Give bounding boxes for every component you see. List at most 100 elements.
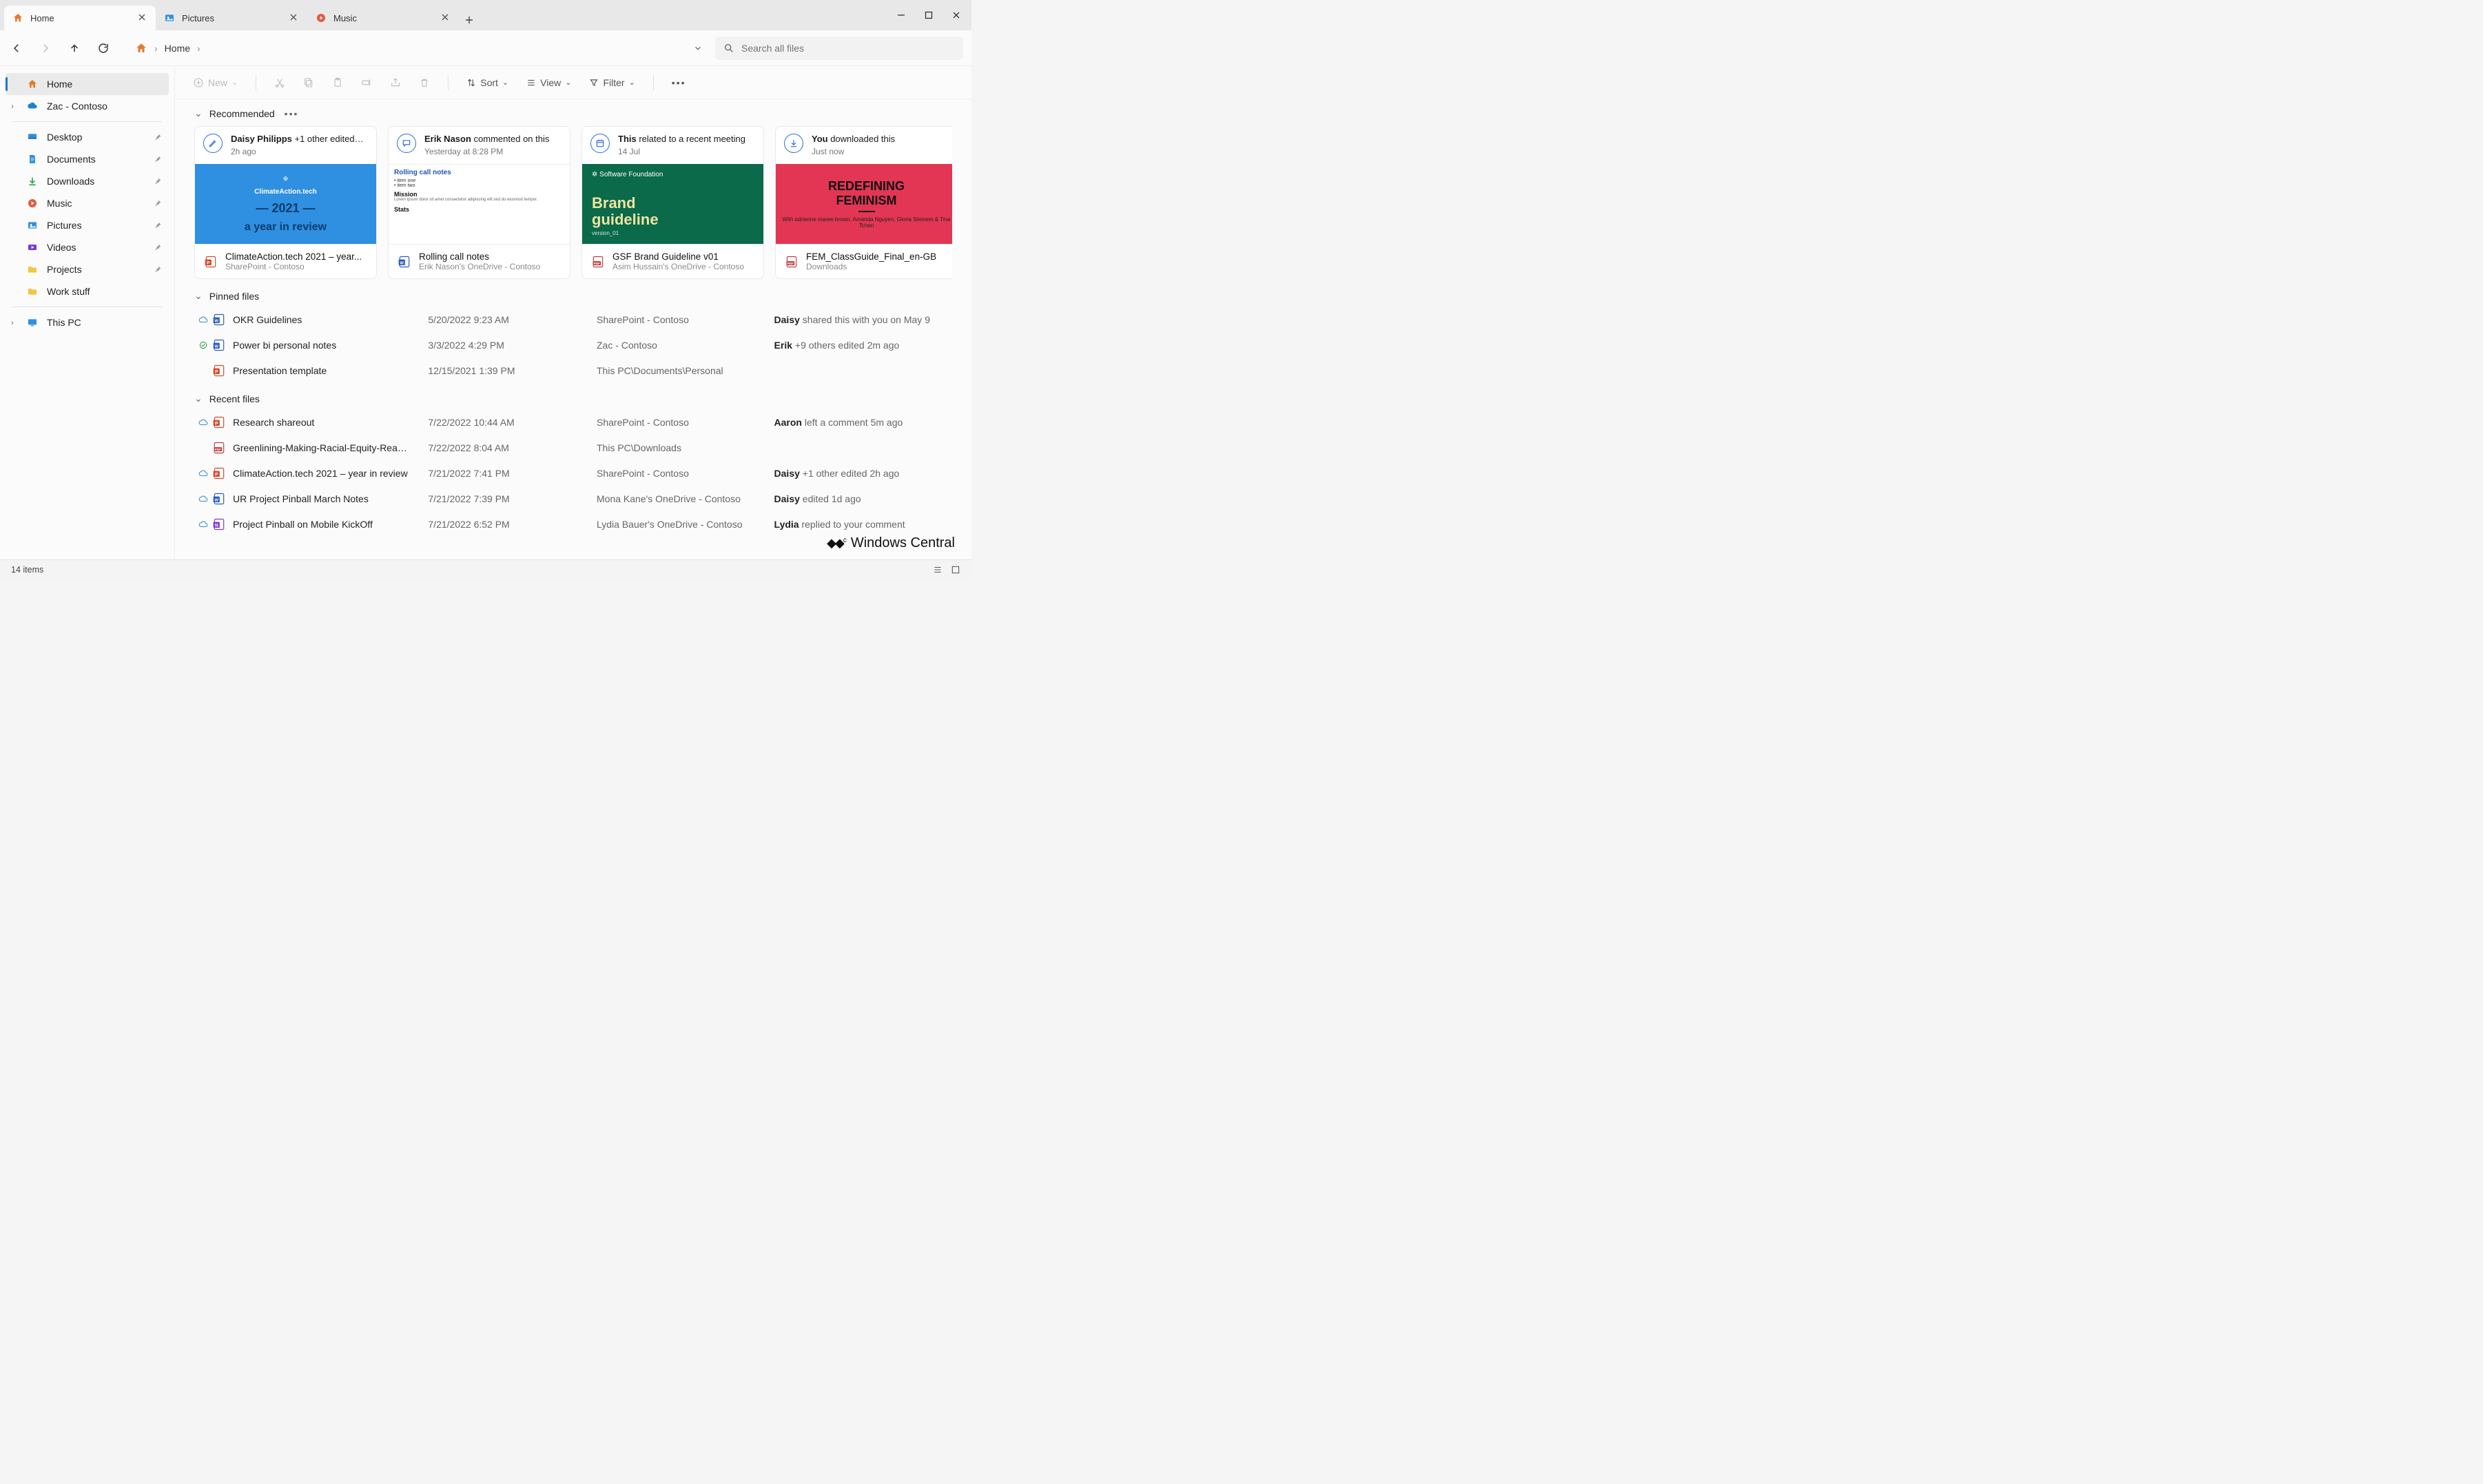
share-button[interactable] [386,74,405,91]
search-input[interactable] [741,43,955,54]
new-tab-button[interactable] [459,10,480,30]
videos-icon [26,242,39,253]
file-row[interactable]: P Research shareout 7/22/2022 10:44 AM S… [194,411,952,433]
card-location: Asim Hussain's OneDrive - Contoso [612,262,744,271]
more-icon[interactable]: ••• [285,108,299,119]
recommended-card[interactable]: Daisy Philipps +1 other edited… 2h ago ⊕… [194,126,377,279]
word-icon: W [212,338,225,352]
pdf-icon: PDF [212,441,225,455]
file-row[interactable]: W UR Project Pinball March Notes 7/21/20… [194,488,952,510]
sidebar-item-desktop[interactable]: Desktop [6,126,169,148]
svg-text:W: W [214,499,218,503]
more-button[interactable]: ••• [668,74,690,91]
separator [448,75,449,90]
chevron-down-icon[interactable]: ⌄ [194,393,203,404]
file-row[interactable]: P ClimateAction.tech 2021 – year in revi… [194,462,952,484]
sort-button[interactable]: Sort ⌄ [462,74,513,91]
sidebar-item-home[interactable]: Home [6,73,169,95]
recommended-card[interactable]: You downloaded this Just now REDEFININGF… [775,126,952,279]
pin-icon[interactable] [154,199,162,207]
home-icon [26,79,39,90]
sidebar-item-work-stuff[interactable]: Work stuff [6,280,169,302]
pin-icon[interactable] [154,133,162,141]
breadcrumb[interactable]: › Home › [135,42,200,54]
close-window-button[interactable] [952,11,960,19]
pin-icon[interactable] [154,177,162,185]
cloud-status-icon [198,519,208,529]
file-row[interactable]: P Presentation template 12/15/2021 1:39 … [194,360,952,382]
cloud-status-icon [198,315,208,324]
file-activity: Daisy +1 other edited 2h ago [774,468,952,479]
pin-icon[interactable] [154,243,162,251]
content-pane: New ⌄ Sort ⌄ View ⌄ Filter [175,66,971,559]
refresh-button[interactable] [95,40,112,56]
tab-home[interactable]: Home [4,6,156,30]
delete-button[interactable] [415,74,434,91]
file-location: Mona Kane's OneDrive - Contoso [597,493,766,504]
file-row[interactable]: PDF Greenlining-Making-Racial-Equity-Rea… [194,437,952,459]
file-location: SharePoint - Contoso [597,314,766,325]
chevron-right-icon[interactable]: › [197,43,200,54]
sidebar-item-documents[interactable]: Documents [6,148,169,170]
paste-button[interactable] [328,74,347,91]
recommended-card[interactable]: This related to a recent meeting 14 Jul … [581,126,764,279]
pin-icon[interactable] [154,265,162,274]
tab-pictures[interactable]: Pictures [156,6,307,30]
sidebar-item-downloads[interactable]: Downloads [6,170,169,192]
chevron-down-icon[interactable]: ⌄ [194,290,203,302]
section-recent: ⌄ Recent files P Research shareout 7/22/… [175,384,971,538]
section-recommended: ⌄ Recommended ••• Daisy Philipps +1 othe… [175,99,971,282]
file-name: OKR Guidelines [233,314,420,325]
address-history-button[interactable] [688,38,708,59]
ppt-icon: P [212,415,225,429]
recommended-card[interactable]: Erik Nason commented on this Yesterday a… [388,126,570,279]
rename-button[interactable] [357,74,376,91]
up-button[interactable] [66,40,83,56]
details-view-button[interactable] [933,565,942,575]
svg-text:P: P [215,473,218,477]
chevron-right-icon: › [154,43,158,54]
minimize-button[interactable] [897,11,905,19]
file-row[interactable]: N Project Pinball on Mobile KickOff 7/21… [194,513,952,535]
view-button[interactable]: View ⌄ [522,74,575,91]
back-button[interactable] [8,40,25,56]
chevron-right-icon[interactable]: › [11,101,14,111]
word-icon: W [397,254,412,269]
command-bar: New ⌄ Sort ⌄ View ⌄ Filter [175,66,971,99]
sidebar-item-onedrive[interactable]: › Zac - Contoso [6,95,169,117]
pin-icon[interactable] [154,221,162,229]
cut-button[interactable] [270,74,289,91]
pictures-icon [26,220,39,231]
card-filename: ClimateAction.tech 2021 – year... [225,251,362,262]
sidebar-item-videos[interactable]: Videos [6,236,169,258]
icons-view-button[interactable] [951,565,960,575]
chevron-down-icon[interactable]: ⌄ [194,107,203,119]
pdf-icon: PDF [590,254,606,269]
sidebar-item-projects[interactable]: Projects [6,258,169,280]
new-button[interactable]: New ⌄ [189,74,242,91]
pin-icon[interactable] [154,155,162,163]
file-row[interactable]: W Power bi personal notes 3/3/2022 4:29 … [194,334,952,356]
tab-music[interactable]: Music [307,6,459,30]
sidebar-item-label: Desktop [47,132,82,143]
close-icon[interactable] [441,13,451,23]
filter-button[interactable]: Filter ⌄ [585,74,639,91]
close-icon[interactable] [289,13,299,23]
close-icon[interactable] [138,13,147,23]
maximize-button[interactable] [925,11,933,19]
tab-label: Home [30,13,131,23]
sidebar-item-pictures[interactable]: Pictures [6,214,169,236]
sidebar-item-music[interactable]: Music [6,192,169,214]
separator [653,75,654,90]
sidebar-item-thispc[interactable]: › This PC [6,311,169,333]
sidebar-item-label: Projects [47,264,82,275]
file-row[interactable]: W OKR Guidelines 5/20/2022 9:23 AM Share… [194,309,952,331]
file-location: This PC\Documents\Personal [597,365,766,376]
file-name: Power bi personal notes [233,340,420,351]
card-activity: Erik Nason commented on this Yesterday a… [424,134,549,157]
copy-button[interactable] [299,74,318,91]
chevron-right-icon[interactable]: › [11,318,14,327]
search-box[interactable] [715,37,963,60]
search-icon [723,43,734,54]
forward-button[interactable] [37,40,54,56]
